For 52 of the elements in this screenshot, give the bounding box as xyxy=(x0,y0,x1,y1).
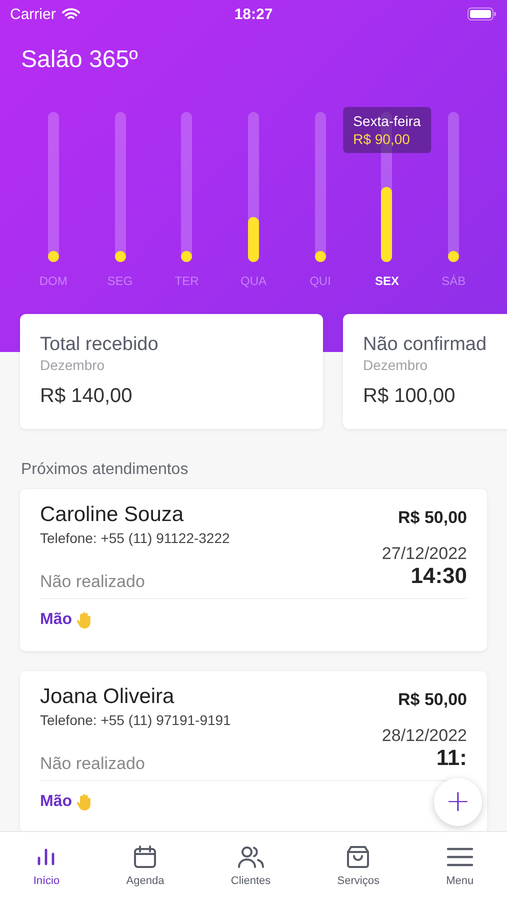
users-icon xyxy=(236,844,265,870)
card-amount: R$ 140,00 xyxy=(40,385,134,408)
tab-item[interactable]: Menu xyxy=(442,842,478,889)
client-name: Caroline Souza xyxy=(40,503,185,527)
section-title: Próximos atendimentos xyxy=(20,460,190,479)
card-title: Não confirmad xyxy=(363,334,488,356)
appointment-status: Não realizado xyxy=(40,572,146,592)
appointment-price: R$ 50,00 xyxy=(398,508,467,528)
battery-icon xyxy=(467,7,497,21)
service-name: Mão xyxy=(40,793,72,811)
card-period: Dezembro xyxy=(40,357,106,373)
appointment-date: 28/12/2022 xyxy=(382,726,467,746)
client-phone: Telefone: +55 (11) 91122-3222 xyxy=(40,530,230,546)
tab-item[interactable]: Clientes xyxy=(226,842,275,889)
day-label: SEX xyxy=(374,274,399,288)
appointment-time: 11: xyxy=(436,746,467,770)
day-label: QUI xyxy=(310,274,331,288)
bar-track[interactable] xyxy=(448,112,460,262)
day-label: QUA xyxy=(240,274,267,288)
appointment-price: R$ 50,00 xyxy=(398,690,467,710)
card-title: Total recebido xyxy=(40,334,160,356)
client-phone: Telefone: +55 (11) 97191-9191 xyxy=(40,712,231,728)
tab-item[interactable]: Início xyxy=(29,842,64,889)
day-label: TER xyxy=(174,274,199,288)
hand-icon xyxy=(76,793,92,811)
service-name: Mão xyxy=(40,611,72,629)
clock-time: 18:27 xyxy=(234,6,273,22)
bar-track[interactable] xyxy=(114,112,126,262)
appointment-card[interactable]: Caroline Souza Telefone: +55 (11) 91122-3222 Não realizado R$ 50,00 27/12/2022 14:30 Mão xyxy=(20,489,487,651)
calendar-icon xyxy=(132,844,158,870)
appointment-date: 27/12/2022 xyxy=(382,544,467,564)
appointment-time: 14:30 xyxy=(410,564,467,588)
day-label: DOM xyxy=(39,274,68,288)
tab-item[interactable]: Serviços xyxy=(333,842,384,889)
app-title: Salão 365º xyxy=(20,45,139,75)
wifi-icon xyxy=(62,8,80,20)
card-period: Dezembro xyxy=(363,357,429,373)
day-label: SEG xyxy=(107,274,133,288)
shopping-bag-icon xyxy=(345,844,372,870)
tab-item[interactable]: Agenda xyxy=(122,842,168,889)
appointment-status: Não realizado xyxy=(40,754,146,774)
tooltip-value: R$ 90,00 xyxy=(353,131,411,147)
tooltip-title: Sexta-feira xyxy=(353,113,421,129)
card-amount: R$ 100,00 xyxy=(363,385,456,408)
bar-track[interactable] xyxy=(48,112,59,262)
carrier-label: Carrier xyxy=(10,6,56,22)
bar-track[interactable] xyxy=(248,112,260,262)
bar-track[interactable] xyxy=(314,112,326,262)
bar-track[interactable] xyxy=(181,112,192,262)
hand-icon xyxy=(76,611,92,629)
client-name: Joana Oliveira xyxy=(40,685,176,709)
day-label: SÁB xyxy=(442,274,466,288)
